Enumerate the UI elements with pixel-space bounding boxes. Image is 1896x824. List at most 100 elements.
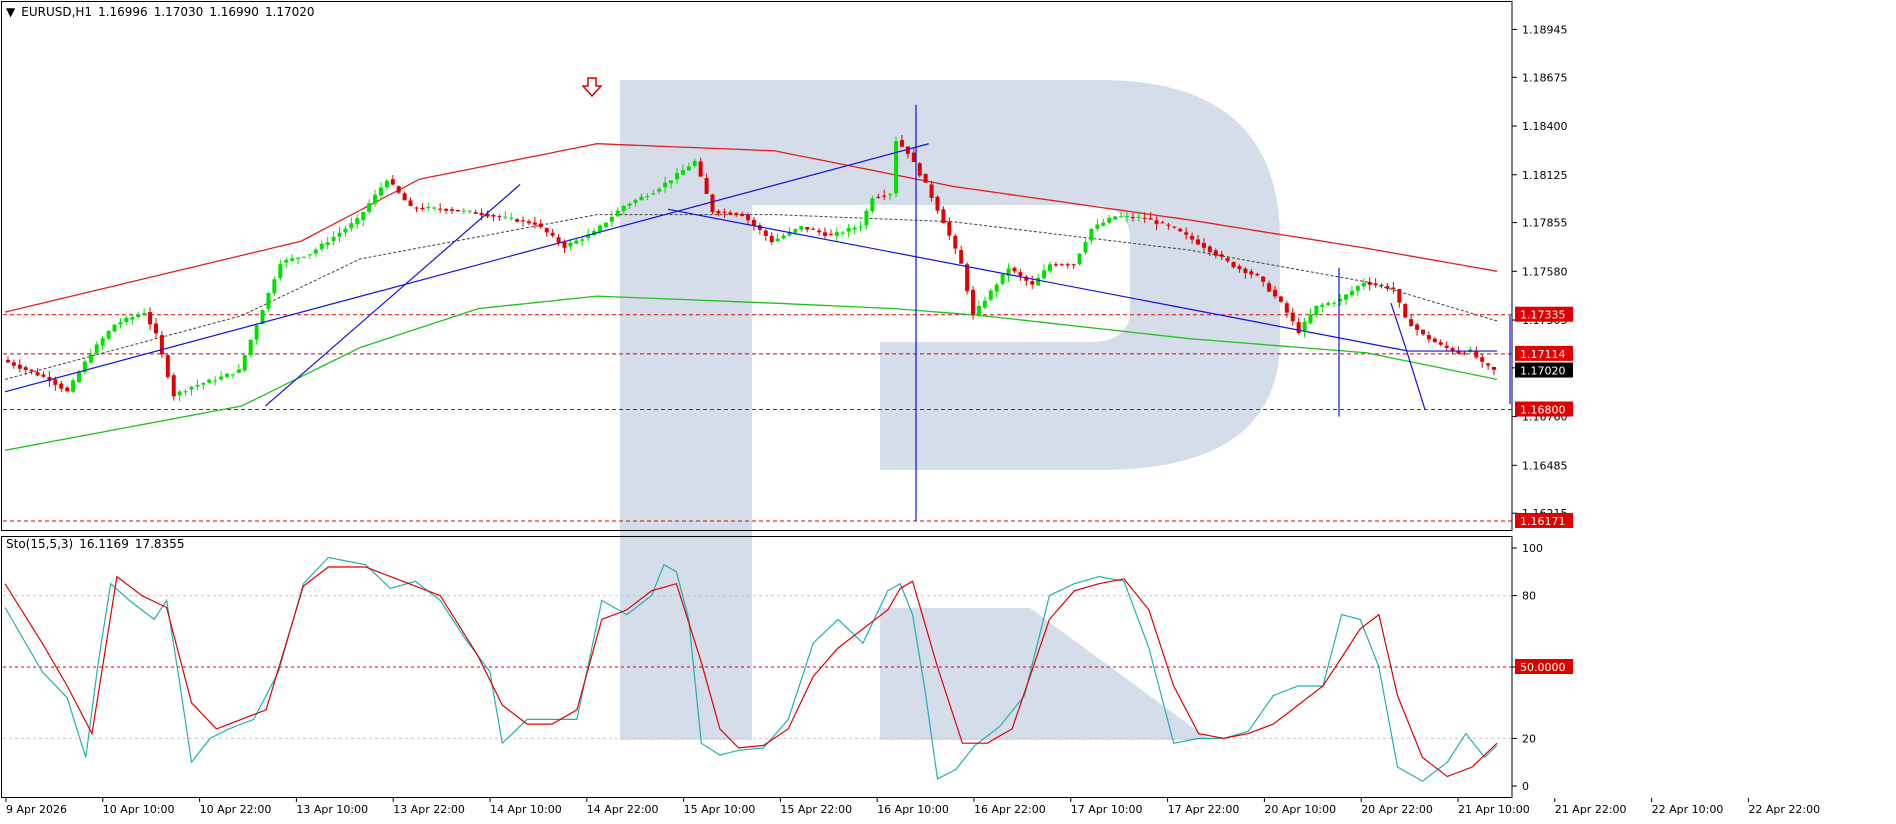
candle-body: [278, 264, 283, 278]
candle-body: [503, 216, 508, 218]
chart-canvas[interactable]: 1.18945 1.18675 1.18400 1.18125 1.17855 1.175…: [0, 0, 1896, 820]
candle-body: [544, 228, 549, 233]
candle-body: [1367, 281, 1372, 285]
candle-body: [1237, 266, 1242, 270]
candle-body: [1420, 329, 1425, 335]
candle-body: [1166, 224, 1171, 226]
candle: [1320, 302, 1325, 313]
candle: [515, 217, 520, 223]
candle-body: [1190, 235, 1195, 240]
candle: [11, 359, 16, 369]
candle-body: [734, 213, 739, 216]
candle: [982, 296, 987, 310]
stoch-tick-label: 50.0000: [1520, 661, 1566, 674]
candle-body: [651, 193, 656, 195]
candle-body: [201, 383, 206, 385]
candle: [65, 385, 70, 393]
candle-body: [852, 227, 857, 230]
candle-body: [1059, 264, 1064, 266]
candle: [923, 173, 928, 183]
candle-body: [1492, 366, 1497, 370]
candle: [556, 233, 561, 247]
candle-body: [23, 367, 28, 370]
stochastic-main-value: 16.1169: [79, 537, 129, 551]
candle-body: [716, 211, 721, 214]
candle: [201, 382, 206, 390]
candle: [171, 372, 176, 401]
candle: [763, 229, 768, 241]
candle: [1290, 307, 1295, 326]
candle-body: [609, 216, 614, 222]
collapse-triangle-icon[interactable]: ▼: [6, 5, 15, 19]
candle-body: [532, 222, 537, 225]
candle: [361, 211, 366, 226]
candle-body: [142, 313, 147, 315]
candle: [1095, 218, 1100, 232]
candle: [473, 209, 478, 215]
close-value: 1.17020: [264, 5, 315, 19]
candle: [325, 236, 330, 250]
candle: [467, 210, 472, 214]
candle: [373, 189, 378, 207]
candle-body: [1107, 218, 1112, 223]
candle-body: [1130, 217, 1135, 219]
candle-body: [550, 232, 555, 236]
candle-body: [112, 324, 117, 332]
candle: [568, 239, 573, 250]
candle-body: [1249, 271, 1254, 275]
candle-body: [1000, 274, 1005, 284]
symbol-label: EURUSD,H1: [21, 5, 93, 19]
candle-body: [840, 232, 845, 234]
candle: [1492, 366, 1497, 376]
chart-root: 1.18945 1.18675 1.18400 1.18125 1.17855 1.175…: [0, 0, 1896, 820]
candle: [331, 231, 336, 246]
candle-body: [515, 219, 520, 222]
horizontal-levels: [3, 314, 1512, 522]
candle-body: [526, 221, 531, 224]
candle: [1438, 339, 1443, 347]
candle: [521, 216, 526, 227]
candle: [106, 330, 111, 341]
candle-body: [538, 223, 543, 228]
candle: [1361, 278, 1366, 290]
candle-body: [763, 230, 768, 237]
candle-body: [1042, 270, 1047, 279]
candle-body: [509, 217, 514, 219]
time-tick-label: 20 Apr 10:00: [1264, 803, 1336, 816]
candle: [183, 388, 188, 397]
time-tick-label: 10 Apr 22:00: [200, 803, 272, 816]
candle-body: [1326, 302, 1331, 305]
candle-body: [165, 355, 170, 377]
candle: [846, 223, 851, 238]
candle: [1373, 278, 1378, 288]
candle: [230, 374, 235, 379]
candle-body: [858, 226, 863, 228]
candle: [852, 225, 857, 235]
time-tick-label: 22 Apr 10:00: [1652, 803, 1724, 816]
candle-body: [627, 203, 632, 206]
candle: [959, 245, 964, 264]
candle-body: [1444, 345, 1449, 348]
candle-body: [669, 180, 674, 184]
candle: [1302, 317, 1307, 338]
candle-body: [1296, 322, 1301, 333]
price-tick-label: 1.18675: [1522, 71, 1568, 84]
candle-body: [1349, 290, 1354, 296]
candle-body: [1432, 338, 1437, 343]
candle-body: [414, 207, 419, 209]
candle-body: [1201, 242, 1206, 248]
candle: [1101, 218, 1106, 227]
candle: [1089, 228, 1094, 245]
candle: [319, 240, 324, 253]
candle: [805, 227, 810, 233]
candle-body: [1379, 284, 1384, 286]
candle-body: [710, 194, 715, 212]
candle: [301, 256, 306, 259]
time-tick-label: 15 Apr 22:00: [780, 803, 852, 816]
candle: [272, 276, 277, 296]
candle-body: [236, 369, 241, 373]
candle: [378, 182, 383, 200]
time-tick-label: 22 Apr 22:00: [1748, 803, 1820, 816]
time-tick-label: 17 Apr 10:00: [1071, 803, 1143, 816]
candle-body: [615, 210, 620, 217]
